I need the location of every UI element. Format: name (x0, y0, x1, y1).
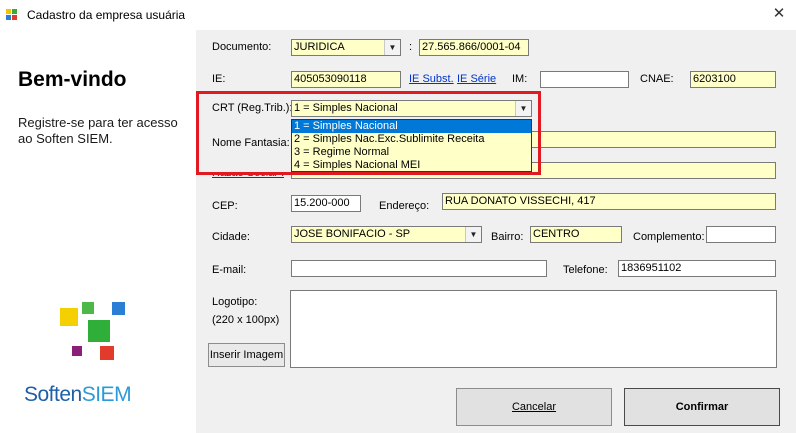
documento-type-select[interactable]: JURIDICA ▼ (291, 39, 401, 56)
cidade-select[interactable]: JOSE BONIFACIO - SP ▼ (291, 226, 482, 243)
cnae-field[interactable]: 6203100 (690, 71, 776, 88)
soften-siem-logo: SoftenSIEM (24, 383, 132, 407)
chevron-down-icon[interactable]: ▼ (384, 40, 400, 55)
email-field[interactable] (291, 260, 547, 277)
cancel-button-label: Cancelar (511, 401, 557, 413)
ie-subst-link[interactable]: IE Subst. (409, 73, 454, 85)
app-icon (6, 9, 18, 21)
close-icon[interactable]: ✕ (764, 2, 794, 26)
email-label: E-mail: (212, 264, 247, 276)
brand-soften: Soften (24, 383, 82, 406)
welcome-subtitle: Registre-se para ter acesso ao Soften SI… (18, 115, 178, 146)
window-title: Cadastro da empresa usuária (27, 8, 186, 22)
crt-highlight-box (196, 91, 541, 175)
inserir-imagem-button[interactable]: Inserir Imagem (208, 343, 285, 367)
confirm-button-label: Confirmar (675, 401, 729, 413)
brand-siem: SIEM (81, 383, 132, 406)
welcome-heading: Bem-vindo (18, 68, 127, 91)
chevron-down-icon[interactable]: ▼ (465, 227, 481, 242)
documento-separator: : (409, 41, 413, 53)
ie-label: IE: (212, 73, 226, 85)
complemento-field[interactable] (706, 226, 776, 243)
im-field[interactable] (540, 71, 629, 88)
cep-field[interactable]: 15.200-000 (291, 195, 361, 212)
cidade-label: Cidade: (212, 231, 250, 243)
telefone-field[interactable]: 1836951102 (618, 260, 776, 277)
logotipo-label: Logotipo: (212, 296, 258, 308)
documento-type-value: JURIDICA (294, 41, 345, 53)
endereco-label: Endereço: (379, 200, 430, 212)
bairro-label: Bairro: (491, 231, 524, 243)
cnae-label: CNAE: (640, 73, 674, 85)
im-label: IM: (512, 73, 528, 85)
endereco-field[interactable]: RUA DONATO VISSECHI, 417 (442, 193, 776, 210)
bairro-field[interactable]: CENTRO (530, 226, 622, 243)
cidade-value: JOSE BONIFACIO - SP (294, 228, 411, 240)
cancel-button[interactable]: Cancelar (456, 388, 612, 426)
confirm-button[interactable]: Confirmar (624, 388, 780, 426)
logotipo-image-area[interactable] (290, 290, 777, 368)
complemento-label: Complemento: (633, 231, 705, 243)
cep-label: CEP: (212, 200, 238, 212)
ie-serie-link[interactable]: IE Série (457, 73, 496, 85)
soften-logo-icon (60, 302, 125, 360)
logotipo-size-hint: (220 x 100px) (212, 314, 280, 326)
telefone-label: Telefone: (563, 264, 608, 276)
ie-field[interactable]: 405053090118 (291, 71, 401, 88)
documento-field[interactable]: 27.565.866/0001-04 (419, 39, 529, 56)
documento-label: Documento: (212, 41, 272, 53)
